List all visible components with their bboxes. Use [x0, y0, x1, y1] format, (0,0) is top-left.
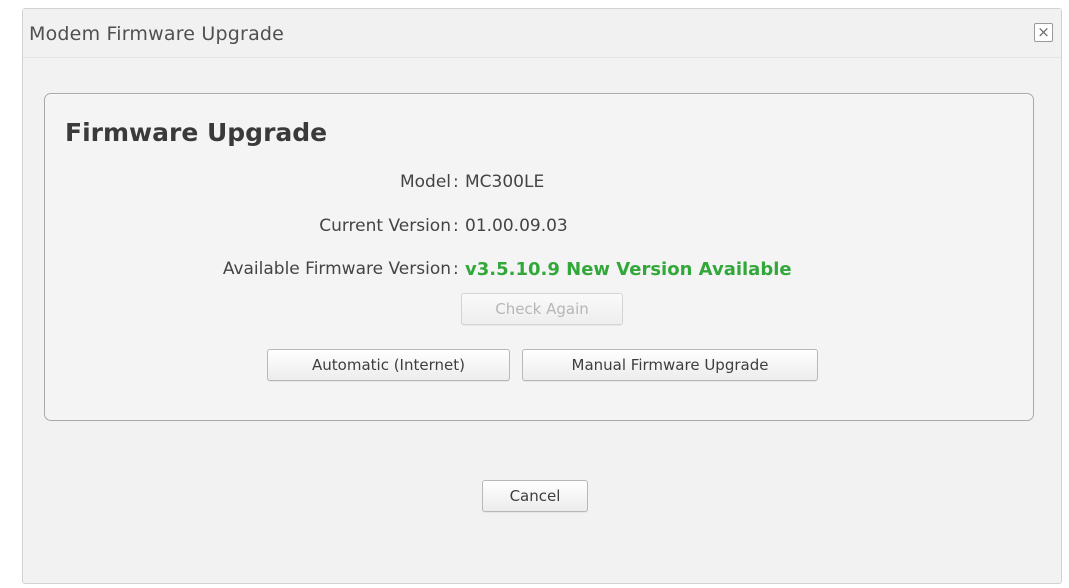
current-version-label: Current Version — [319, 216, 451, 236]
available-version-label: Available Firmware Version — [222, 259, 451, 279]
model-value: MC300LE — [465, 172, 545, 192]
dialog-titlebar: Modem Firmware Upgrade × — [23, 9, 1061, 58]
model-row: Model : MC300LE — [45, 172, 1033, 198]
firmware-upgrade-dialog: Modem Firmware Upgrade × Firmware Upgrad… — [22, 8, 1062, 584]
current-version-value: 01.00.09.03 — [465, 216, 568, 236]
current-version-colon: : — [453, 216, 459, 236]
available-version-row: Available Firmware Version : v3.5.10.9 N… — [45, 259, 1033, 285]
cancel-button[interactable]: Cancel — [482, 480, 588, 512]
close-icon[interactable]: × — [1034, 23, 1053, 42]
automatic-internet-button[interactable]: Automatic (Internet) — [267, 349, 510, 381]
model-colon: : — [453, 172, 459, 192]
dialog-title: Modem Firmware Upgrade — [29, 23, 285, 45]
firmware-upgrade-panel: Firmware Upgrade Model : MC300LE Current… — [44, 93, 1034, 421]
available-version-value: v3.5.10.9 New Version Available — [465, 259, 792, 280]
check-again-button[interactable]: Check Again — [461, 293, 623, 325]
panel-title: Firmware Upgrade — [65, 118, 328, 147]
available-version-colon: : — [453, 259, 459, 279]
manual-firmware-upgrade-button[interactable]: Manual Firmware Upgrade — [522, 349, 818, 381]
model-label: Model — [399, 172, 451, 192]
current-version-row: Current Version : 01.00.09.03 — [45, 216, 1033, 242]
